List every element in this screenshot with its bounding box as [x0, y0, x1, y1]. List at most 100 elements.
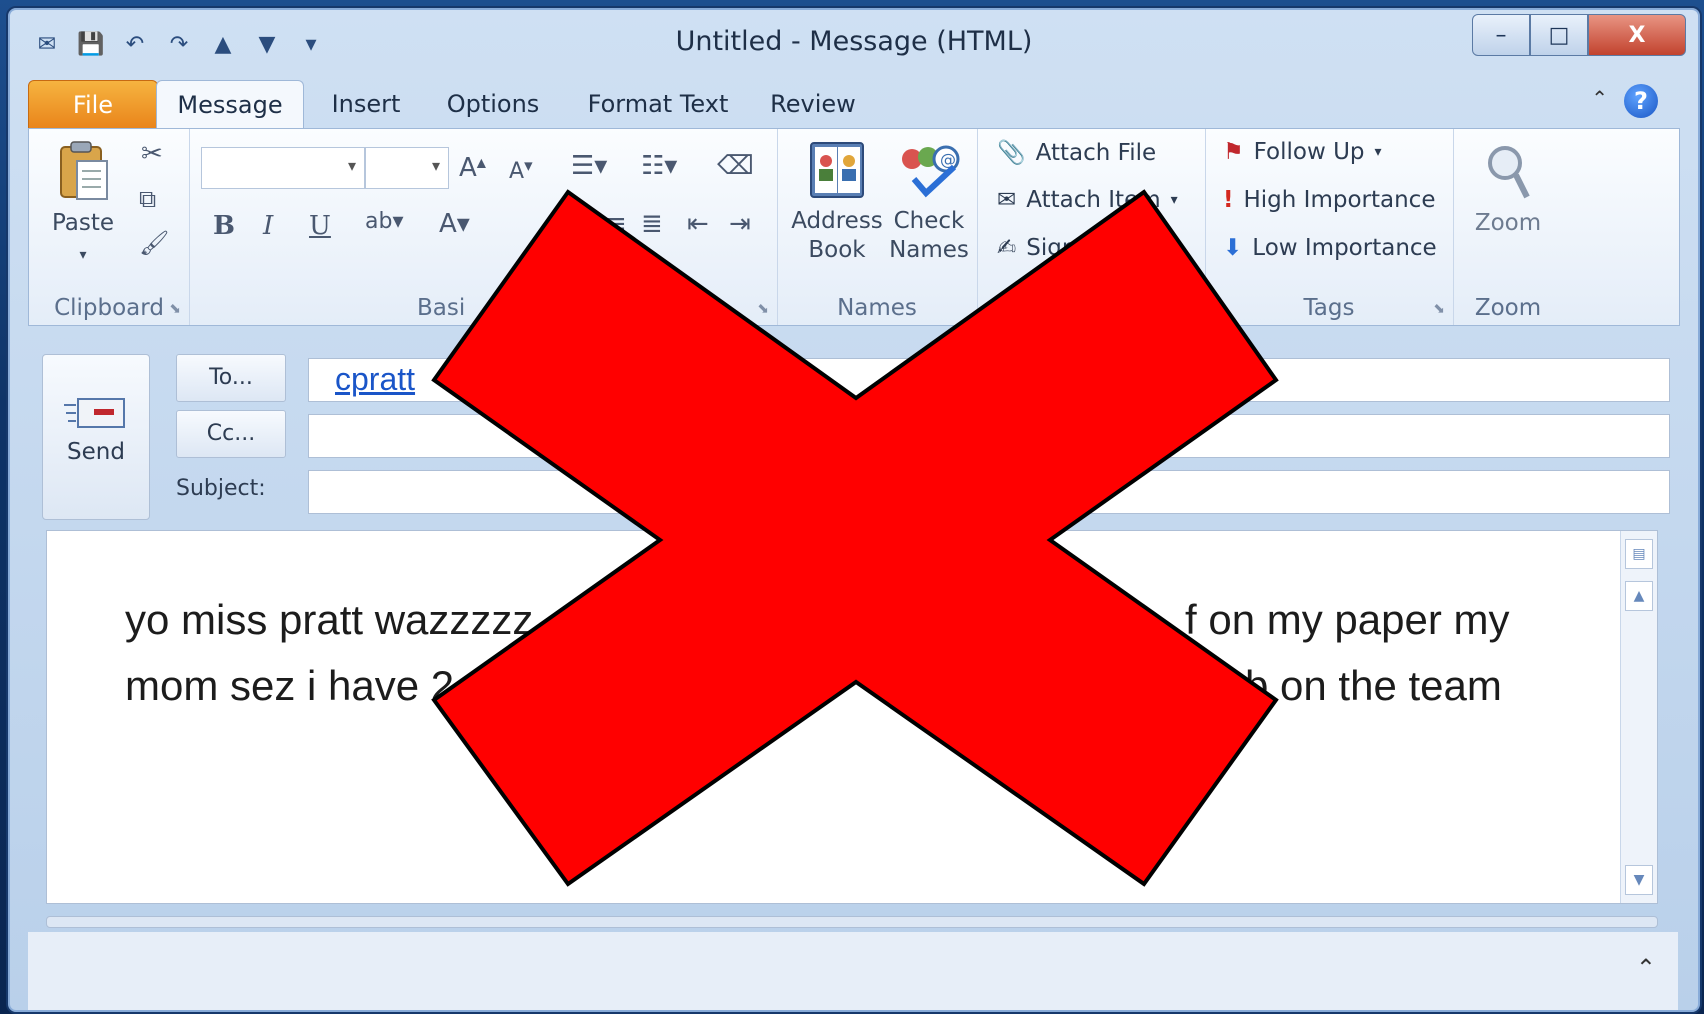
- to-button[interactable]: To...: [176, 354, 286, 402]
- font-color-icon[interactable]: A▾: [439, 209, 470, 239]
- basic-text-group: A▲ A▼ ☰▾ ☷▾ ⌫ B I U ab▾ A▾ ≡ ≣ ⇤ ⇥ Basi …: [189, 129, 778, 325]
- paste-icon: [60, 141, 108, 200]
- tags-group-label: Tags: [1303, 295, 1355, 321]
- follow-up-button[interactable]: ⚑ Follow Up ▾: [1223, 139, 1382, 165]
- people-pane-splitter[interactable]: [46, 916, 1658, 928]
- address-book-icon: [810, 142, 864, 198]
- message-body[interactable]: yo miss pratt wazzzzz f on my paper my m…: [46, 530, 1658, 904]
- tab-file[interactable]: File: [28, 80, 158, 130]
- zoom-button[interactable]: Zoom: [1461, 141, 1555, 238]
- font-size-combo[interactable]: [365, 147, 449, 189]
- tab-format-text[interactable]: Format Text: [578, 80, 738, 128]
- body-line-1: yo miss pratt wazzzzz f on my paper my: [125, 587, 1575, 653]
- message-header: Send To... cpratt Cc... Subject:: [28, 326, 1678, 526]
- underline-button[interactable]: U: [309, 211, 331, 241]
- body-line-2: mom sez i have 2 b on the team: [125, 653, 1575, 719]
- increase-indent-icon[interactable]: ⇥: [729, 209, 751, 239]
- ribbon-tabs: File Message Insert Options Format Text …: [28, 74, 1678, 130]
- ruler-toggle-icon[interactable]: ▤: [1625, 539, 1653, 569]
- names-group-label: Names: [837, 295, 917, 321]
- ribbon: Paste▾ ✂ ⧉ 🖌 Clipboard ⬊ A▲ A▼ ☰▾ ☷▾ ⌫ B…: [28, 128, 1680, 326]
- collapse-ribbon-icon[interactable]: ⌃: [1591, 86, 1608, 110]
- bullets-icon[interactable]: ☰▾: [571, 151, 607, 181]
- low-importance-label: Low Importance: [1252, 235, 1437, 261]
- help-icon[interactable]: ?: [1624, 84, 1658, 118]
- tab-insert[interactable]: Insert: [318, 80, 414, 128]
- scroll-down-arrow-icon[interactable]: ▼: [1625, 865, 1653, 895]
- attach-item-label: Attach Item: [1026, 187, 1161, 213]
- numbering-icon[interactable]: ☷▾: [641, 151, 677, 181]
- send-button[interactable]: Send: [42, 354, 150, 520]
- tab-message[interactable]: Message: [156, 80, 304, 129]
- address-book-label-2: Book: [808, 237, 866, 263]
- copy-icon[interactable]: ⧉: [139, 185, 156, 213]
- paste-button[interactable]: Paste ▾: [43, 139, 123, 270]
- send-label: Send: [67, 439, 125, 465]
- bold-button[interactable]: B: [213, 211, 235, 241]
- people-pane: ⌃: [28, 932, 1678, 1010]
- highlight-icon[interactable]: ab▾: [365, 209, 404, 234]
- window-controls: – □ X: [1472, 14, 1686, 56]
- down-arrow-icon: ⬇: [1223, 235, 1243, 261]
- scroll-up-arrow-icon[interactable]: ▲: [1625, 581, 1653, 611]
- envelope-icon: ✉: [997, 187, 1017, 213]
- include-group: 📎 Attach File ✉ Attach Item ▾ ✍ Signatur…: [977, 129, 1206, 325]
- title-bar: ✉ 💾 ↶ ↷ ▲ ▼ ▾ Untitled - Message (HTML) …: [8, 8, 1700, 80]
- cc-button[interactable]: Cc...: [176, 410, 286, 458]
- to-field[interactable]: cpratt: [308, 358, 1670, 402]
- grow-font-icon[interactable]: A▲: [459, 153, 486, 183]
- check-names-icon: @: [902, 145, 960, 198]
- format-painter-icon[interactable]: 🖌: [139, 229, 169, 257]
- expand-people-pane-icon[interactable]: ⌃: [1636, 954, 1656, 982]
- flag-icon: ⚑: [1223, 139, 1244, 165]
- tags-launcher-icon[interactable]: ⬊: [1433, 301, 1445, 317]
- zoom-group-label: Zoom: [1474, 295, 1542, 321]
- signature-button[interactable]: ✍ Signature ▾: [997, 235, 1154, 261]
- basic-text-group-label: Basi: [417, 295, 466, 321]
- maximize-button[interactable]: □: [1530, 14, 1588, 56]
- subject-field[interactable]: [308, 470, 1670, 514]
- close-button[interactable]: X: [1588, 14, 1686, 56]
- body-line-2-left: mom sez i have 2: [125, 662, 455, 709]
- tags-group: ⚑ Follow Up ▾ ! High Importance ⬇ Low Im…: [1205, 129, 1454, 325]
- names-group: Address Book @ Check Names Names: [777, 129, 978, 325]
- address-book-button[interactable]: Address Book: [789, 139, 885, 265]
- paste-label: Paste: [51, 210, 115, 236]
- vertical-scrollbar[interactable]: ▤ ▲ ▼: [1620, 531, 1657, 903]
- high-importance-button[interactable]: ! High Importance: [1223, 187, 1435, 213]
- high-importance-label: High Importance: [1243, 187, 1436, 213]
- font-name-combo[interactable]: [201, 147, 365, 189]
- italic-button[interactable]: I: [263, 211, 273, 241]
- signature-icon: ✍: [997, 235, 1017, 261]
- magnifier-icon: [1488, 146, 1530, 199]
- send-envelope-icon: [64, 398, 125, 428]
- shrink-font-icon[interactable]: A▼: [509, 159, 533, 184]
- signature-label: Signature: [1026, 235, 1138, 261]
- body-line-1-left: yo miss pratt wazzzzz: [125, 596, 534, 643]
- clipboard-launcher-icon[interactable]: ⬊: [169, 301, 181, 317]
- tab-options[interactable]: Options: [438, 80, 548, 128]
- cc-field[interactable]: [308, 414, 1670, 458]
- recipient-cpratt[interactable]: cpratt: [335, 361, 415, 398]
- basic-text-launcher-icon[interactable]: ⬊: [757, 301, 769, 317]
- attach-file-label: Attach File: [1035, 139, 1157, 166]
- paperclip-icon: 📎: [997, 140, 1026, 166]
- zoom-button-label: Zoom: [1474, 210, 1542, 236]
- minimize-button[interactable]: –: [1472, 14, 1530, 56]
- attach-item-button[interactable]: ✉ Attach Item ▾: [997, 187, 1178, 213]
- cut-icon[interactable]: ✂: [141, 139, 163, 169]
- check-names-button[interactable]: @ Check Names: [885, 139, 973, 265]
- decrease-indent-icon[interactable]: ⇤: [687, 209, 709, 239]
- attach-file-button[interactable]: 📎 Attach File: [997, 139, 1157, 167]
- clear-formatting-icon[interactable]: ⌫: [717, 151, 754, 181]
- align-center-icon[interactable]: ≡: [605, 209, 627, 239]
- body-line-1-right: f on my paper my: [1185, 596, 1510, 643]
- tab-review[interactable]: Review: [758, 80, 868, 128]
- subject-label: Subject:: [176, 476, 266, 501]
- align-right-icon[interactable]: ≣: [641, 209, 663, 239]
- svg-text:@: @: [940, 150, 956, 169]
- clipboard-group: Paste ▾ ✂ ⧉ 🖌 Clipboard ⬊: [29, 129, 190, 325]
- low-importance-button[interactable]: ⬇ Low Importance: [1223, 235, 1437, 261]
- address-book-label-1: Address: [791, 208, 883, 234]
- clipboard-group-label: Clipboard: [54, 295, 164, 321]
